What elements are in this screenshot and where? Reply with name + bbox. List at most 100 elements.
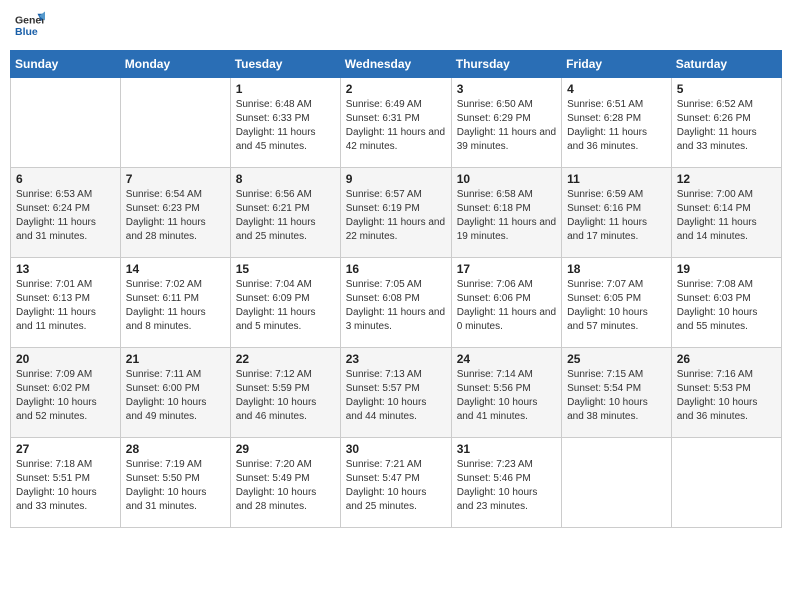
day-number: 13 [16,262,115,276]
calendar-day-cell: 21 Sunrise: 7:11 AMSunset: 6:00 PMDaylig… [120,348,230,438]
calendar-day-cell: 8 Sunrise: 6:56 AMSunset: 6:21 PMDayligh… [230,168,340,258]
day-info: Sunrise: 7:14 AMSunset: 5:56 PMDaylight:… [457,368,556,424]
calendar-table: SundayMondayTuesdayWednesdayThursdayFrid… [10,50,782,528]
weekday-header-cell: Sunday [11,51,121,78]
day-info: Sunrise: 7:15 AMSunset: 5:54 PMDaylight:… [567,368,666,424]
calendar-day-cell: 6 Sunrise: 6:53 AMSunset: 6:24 PMDayligh… [11,168,121,258]
weekday-header-cell: Saturday [671,51,781,78]
calendar-day-cell: 27 Sunrise: 7:18 AMSunset: 5:51 PMDaylig… [11,438,121,528]
calendar-day-cell: 2 Sunrise: 6:49 AMSunset: 6:31 PMDayligh… [340,78,451,168]
calendar-day-cell: 22 Sunrise: 7:12 AMSunset: 5:59 PMDaylig… [230,348,340,438]
weekday-header-cell: Monday [120,51,230,78]
day-info: Sunrise: 7:09 AMSunset: 6:02 PMDaylight:… [16,368,115,424]
day-number: 29 [236,442,335,456]
calendar-day-cell: 11 Sunrise: 6:59 AMSunset: 6:16 PMDaylig… [562,168,672,258]
day-number: 21 [126,352,225,366]
day-number: 27 [16,442,115,456]
day-info: Sunrise: 7:13 AMSunset: 5:57 PMDaylight:… [346,368,446,424]
day-number: 2 [346,82,446,96]
day-info: Sunrise: 6:54 AMSunset: 6:23 PMDaylight:… [126,188,225,244]
calendar-week-row: 20 Sunrise: 7:09 AMSunset: 6:02 PMDaylig… [11,348,782,438]
day-number: 14 [126,262,225,276]
calendar-day-cell: 31 Sunrise: 7:23 AMSunset: 5:46 PMDaylig… [451,438,561,528]
day-number: 19 [677,262,776,276]
day-info: Sunrise: 7:06 AMSunset: 6:06 PMDaylight:… [457,278,556,334]
calendar-day-cell: 30 Sunrise: 7:21 AMSunset: 5:47 PMDaylig… [340,438,451,528]
calendar-day-cell: 4 Sunrise: 6:51 AMSunset: 6:28 PMDayligh… [562,78,672,168]
day-info: Sunrise: 6:48 AMSunset: 6:33 PMDaylight:… [236,98,335,154]
calendar-day-cell: 28 Sunrise: 7:19 AMSunset: 5:50 PMDaylig… [120,438,230,528]
day-number: 28 [126,442,225,456]
day-info: Sunrise: 7:08 AMSunset: 6:03 PMDaylight:… [677,278,776,334]
day-number: 18 [567,262,666,276]
day-info: Sunrise: 7:07 AMSunset: 6:05 PMDaylight:… [567,278,666,334]
calendar-day-cell [562,438,672,528]
calendar-week-row: 27 Sunrise: 7:18 AMSunset: 5:51 PMDaylig… [11,438,782,528]
day-number: 30 [346,442,446,456]
calendar-day-cell: 17 Sunrise: 7:06 AMSunset: 6:06 PMDaylig… [451,258,561,348]
calendar-day-cell: 16 Sunrise: 7:05 AMSunset: 6:08 PMDaylig… [340,258,451,348]
day-info: Sunrise: 6:59 AMSunset: 6:16 PMDaylight:… [567,188,666,244]
calendar-day-cell [671,438,781,528]
calendar-day-cell: 18 Sunrise: 7:07 AMSunset: 6:05 PMDaylig… [562,258,672,348]
day-info: Sunrise: 7:20 AMSunset: 5:49 PMDaylight:… [236,458,335,514]
day-info: Sunrise: 7:11 AMSunset: 6:00 PMDaylight:… [126,368,225,424]
calendar-day-cell: 13 Sunrise: 7:01 AMSunset: 6:13 PMDaylig… [11,258,121,348]
calendar-week-row: 1 Sunrise: 6:48 AMSunset: 6:33 PMDayligh… [11,78,782,168]
day-info: Sunrise: 6:53 AMSunset: 6:24 PMDaylight:… [16,188,115,244]
day-number: 24 [457,352,556,366]
calendar-week-row: 6 Sunrise: 6:53 AMSunset: 6:24 PMDayligh… [11,168,782,258]
calendar-day-cell: 25 Sunrise: 7:15 AMSunset: 5:54 PMDaylig… [562,348,672,438]
day-number: 15 [236,262,335,276]
day-info: Sunrise: 6:56 AMSunset: 6:21 PMDaylight:… [236,188,335,244]
weekday-header-row: SundayMondayTuesdayWednesdayThursdayFrid… [11,51,782,78]
day-info: Sunrise: 7:16 AMSunset: 5:53 PMDaylight:… [677,368,776,424]
calendar-day-cell [11,78,121,168]
day-number: 5 [677,82,776,96]
calendar-day-cell: 23 Sunrise: 7:13 AMSunset: 5:57 PMDaylig… [340,348,451,438]
calendar-day-cell: 24 Sunrise: 7:14 AMSunset: 5:56 PMDaylig… [451,348,561,438]
calendar-body: 1 Sunrise: 6:48 AMSunset: 6:33 PMDayligh… [11,78,782,528]
day-number: 11 [567,172,666,186]
calendar-day-cell: 14 Sunrise: 7:02 AMSunset: 6:11 PMDaylig… [120,258,230,348]
day-info: Sunrise: 7:12 AMSunset: 5:59 PMDaylight:… [236,368,335,424]
calendar-day-cell: 10 Sunrise: 6:58 AMSunset: 6:18 PMDaylig… [451,168,561,258]
calendar-day-cell [120,78,230,168]
day-number: 8 [236,172,335,186]
weekday-header-cell: Tuesday [230,51,340,78]
day-info: Sunrise: 7:02 AMSunset: 6:11 PMDaylight:… [126,278,225,334]
day-number: 16 [346,262,446,276]
day-number: 9 [346,172,446,186]
day-info: Sunrise: 6:49 AMSunset: 6:31 PMDaylight:… [346,98,446,154]
day-info: Sunrise: 6:50 AMSunset: 6:29 PMDaylight:… [457,98,556,154]
calendar-week-row: 13 Sunrise: 7:01 AMSunset: 6:13 PMDaylig… [11,258,782,348]
day-info: Sunrise: 7:21 AMSunset: 5:47 PMDaylight:… [346,458,446,514]
day-number: 31 [457,442,556,456]
calendar-day-cell: 19 Sunrise: 7:08 AMSunset: 6:03 PMDaylig… [671,258,781,348]
day-info: Sunrise: 7:18 AMSunset: 5:51 PMDaylight:… [16,458,115,514]
calendar-day-cell: 29 Sunrise: 7:20 AMSunset: 5:49 PMDaylig… [230,438,340,528]
logo-icon: General Blue [15,10,45,40]
day-number: 12 [677,172,776,186]
calendar-day-cell: 12 Sunrise: 7:00 AMSunset: 6:14 PMDaylig… [671,168,781,258]
logo: General Blue [15,10,45,40]
day-info: Sunrise: 7:23 AMSunset: 5:46 PMDaylight:… [457,458,556,514]
day-info: Sunrise: 7:04 AMSunset: 6:09 PMDaylight:… [236,278,335,334]
day-number: 6 [16,172,115,186]
day-number: 4 [567,82,666,96]
day-info: Sunrise: 7:05 AMSunset: 6:08 PMDaylight:… [346,278,446,334]
calendar-day-cell: 9 Sunrise: 6:57 AMSunset: 6:19 PMDayligh… [340,168,451,258]
calendar-day-cell: 5 Sunrise: 6:52 AMSunset: 6:26 PMDayligh… [671,78,781,168]
svg-text:Blue: Blue [15,26,38,38]
day-info: Sunrise: 6:51 AMSunset: 6:28 PMDaylight:… [567,98,666,154]
day-number: 3 [457,82,556,96]
calendar-day-cell: 15 Sunrise: 7:04 AMSunset: 6:09 PMDaylig… [230,258,340,348]
day-number: 26 [677,352,776,366]
calendar-day-cell: 3 Sunrise: 6:50 AMSunset: 6:29 PMDayligh… [451,78,561,168]
weekday-header-cell: Wednesday [340,51,451,78]
weekday-header-cell: Friday [562,51,672,78]
weekday-header-cell: Thursday [451,51,561,78]
day-info: Sunrise: 7:00 AMSunset: 6:14 PMDaylight:… [677,188,776,244]
calendar-day-cell: 1 Sunrise: 6:48 AMSunset: 6:33 PMDayligh… [230,78,340,168]
day-number: 23 [346,352,446,366]
